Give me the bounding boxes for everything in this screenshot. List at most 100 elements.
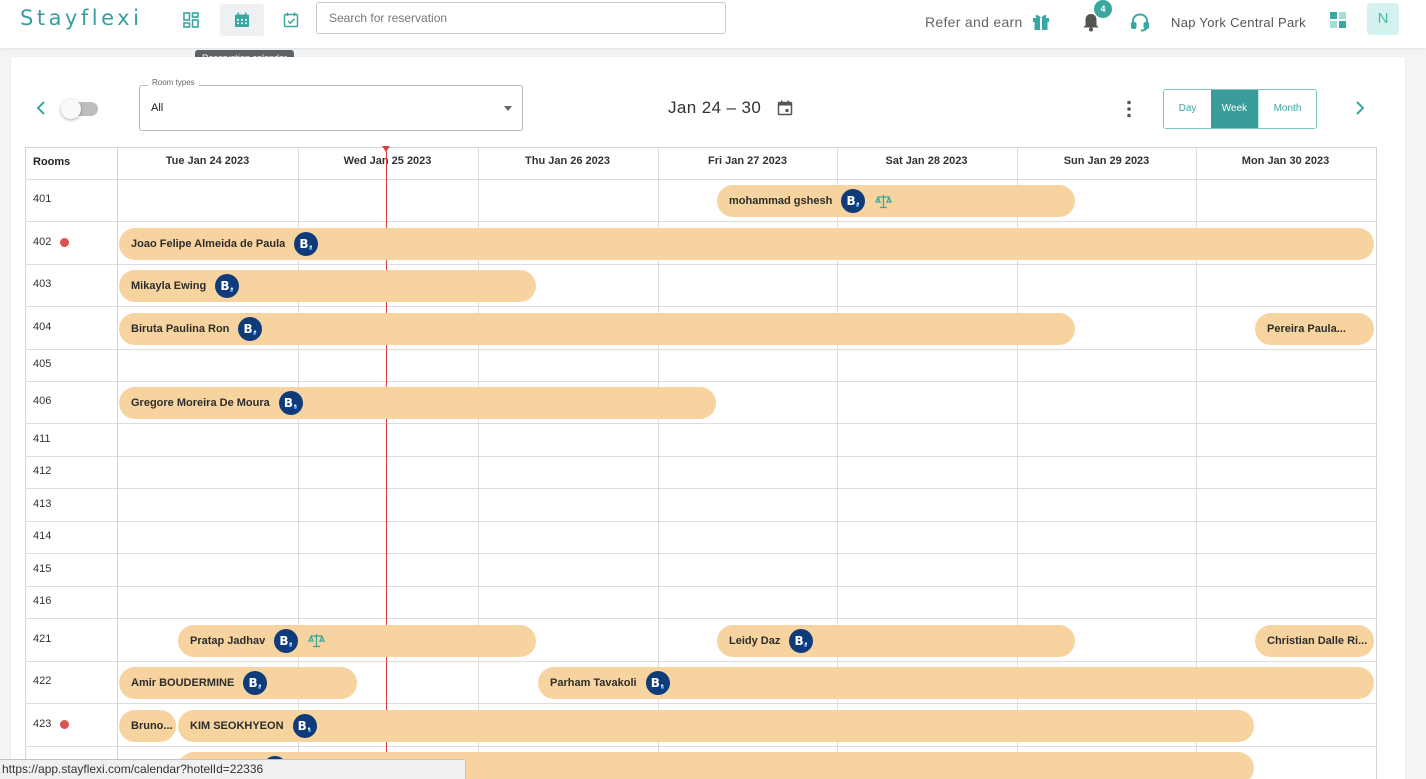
booking-source-icon: B. (215, 274, 240, 298)
room-row-divider (25, 661, 1377, 662)
hotel-name[interactable]: Nap York Central Park (1171, 15, 1306, 30)
booking-source-icon: B. (841, 189, 866, 213)
guest-name: Biruta Paulina Ron (131, 322, 230, 335)
headset-icon[interactable] (1129, 11, 1151, 33)
room-number-422[interactable]: 422 (33, 675, 51, 687)
room-number-423[interactable]: 423 (33, 718, 51, 730)
month-view-button[interactable]: Month (1258, 90, 1316, 128)
day-header-1: Wed Jan 25 2023 (343, 155, 432, 167)
room-number-404[interactable]: 404 (33, 321, 51, 333)
rooms-header: Rooms (33, 156, 71, 168)
room-number-413[interactable]: 413 (33, 498, 51, 510)
room-row-divider (25, 349, 1377, 350)
grid-header-divider (25, 179, 1377, 180)
week-view-button[interactable]: Week (1211, 90, 1258, 128)
room-row-divider (25, 521, 1377, 522)
day-header-3: Fri Jan 27 2023 (708, 155, 787, 167)
day-header-5: Sun Jan 29 2023 (1063, 155, 1150, 167)
balance-scale-icon (875, 194, 893, 208)
search-input[interactable] (316, 2, 726, 34)
booking-bar[interactable]: Parham Tavakoli B. (538, 667, 1374, 699)
day-header-4: Sat Jan 28 2023 (885, 155, 968, 167)
booking-bar[interactable]: mohammad gshesh B. (717, 185, 1075, 217)
booking-source-icon: B. (278, 391, 303, 415)
dirty-room-dot (60, 237, 69, 247)
booking-bar[interactable]: Christian Dalle Ri... (1255, 624, 1374, 657)
room-row-divider (25, 703, 1377, 704)
dirty-room-dot (60, 719, 69, 729)
booking-source-icon: B. (292, 713, 317, 738)
room-row-divider (25, 746, 1377, 747)
booking-source-icon: B. (274, 628, 299, 653)
guest-name: Joao Felipe Almeida de Paula (131, 237, 286, 250)
nav-tasks[interactable] (269, 4, 313, 36)
room-number-411[interactable]: 411 (33, 433, 51, 445)
room-types-select[interactable] (139, 85, 523, 131)
guest-name: Pratap Jadhav (190, 634, 266, 647)
guest-name: Amir BOUDERMINE (131, 677, 235, 689)
guest-name: mohammad gshesh (729, 195, 833, 207)
booking-bar[interactable]: KIM SEOKHYEON B. (178, 709, 1254, 742)
room-number-402[interactable]: 402 (33, 236, 51, 248)
guest-name: Leidy Daz (729, 634, 781, 647)
booking-bar[interactable]: Leidy Daz B. (717, 624, 1075, 657)
room-types-value: All (151, 102, 164, 114)
previous-week-button[interactable] (32, 99, 50, 117)
calendar-picker-icon[interactable] (777, 100, 793, 116)
app-logo[interactable]: Stayflexi (20, 6, 142, 30)
day-header-2: Thu Jan 26 2023 (525, 155, 610, 167)
booking-bar[interactable]: Gregore Moreira De Moura B. (119, 387, 716, 419)
booking-bar[interactable]: Pratap Jadhav B. (178, 624, 536, 657)
booking-bar[interactable]: Bruno... (119, 709, 176, 742)
room-number-406[interactable]: 406 (33, 395, 51, 407)
room-row-divider (25, 488, 1377, 489)
guest-name: Mikayla Ewing (131, 280, 207, 292)
booking-source-icon: B. (294, 231, 319, 256)
room-number-405[interactable]: 405 (33, 358, 51, 370)
room-number-421[interactable]: 421 (33, 633, 51, 645)
chevron-left-icon (36, 101, 45, 115)
refer-and-earn-link[interactable]: Refer and earn (925, 14, 1023, 30)
balance-scale-icon (308, 634, 326, 648)
room-row-divider (25, 381, 1377, 382)
nav-dashboard[interactable] (169, 4, 213, 36)
next-week-button[interactable] (1351, 99, 1369, 117)
day-view-button[interactable]: Day (1164, 90, 1211, 128)
booking-bar[interactable]: Pereira Paula... (1255, 312, 1374, 345)
calendar-icon (235, 12, 249, 27)
gift-icon[interactable] (1030, 10, 1052, 32)
view-toggle-switch[interactable] (61, 99, 98, 119)
room-number-416[interactable]: 416 (33, 595, 51, 607)
chevron-right-icon (1356, 101, 1365, 115)
day-header-6: Mon Jan 30 2023 (1241, 155, 1330, 167)
apps-grid-icon[interactable] (1329, 11, 1347, 29)
room-row-divider (25, 456, 1377, 457)
booking-source-icon: B. (645, 671, 670, 695)
room-number-414[interactable]: 414 (33, 530, 51, 542)
room-number-403[interactable]: 403 (33, 278, 51, 290)
room-row-divider (25, 423, 1377, 424)
current-time-marker (382, 146, 390, 152)
booking-bar[interactable]: Joao Felipe Almeida de Paula B. (119, 227, 1374, 260)
booking-source-icon: B. (238, 316, 263, 341)
room-row-divider (25, 586, 1377, 587)
booking-source-icon: B. (789, 628, 814, 653)
dashboard-icon (183, 12, 199, 28)
user-avatar[interactable]: N (1367, 3, 1399, 35)
booking-bar[interactable]: Biruta Paulina Ron B. (119, 312, 1075, 345)
more-options-icon[interactable] (1121, 99, 1137, 119)
browser-status-url: https://app.stayflexi.com/calendar?hotel… (0, 759, 466, 779)
room-row-divider (25, 553, 1377, 554)
guest-name: Pereira Paula... (1267, 322, 1346, 335)
toggle-knob (61, 99, 81, 119)
booking-bar[interactable]: Mikayla Ewing B. (119, 270, 536, 302)
guest-name: Parham Tavakoli (550, 677, 637, 689)
calendar-check-icon (283, 12, 299, 28)
guest-name: Christian Dalle Ri... (1267, 634, 1368, 647)
guest-name: Bruno... (131, 719, 173, 732)
room-number-401[interactable]: 401 (33, 193, 51, 205)
room-number-412[interactable]: 412 (33, 465, 51, 477)
booking-bar[interactable]: Amir BOUDERMINE B. (119, 667, 357, 699)
room-number-415[interactable]: 415 (33, 563, 51, 575)
nav-reservation-calendar[interactable] (220, 4, 264, 36)
